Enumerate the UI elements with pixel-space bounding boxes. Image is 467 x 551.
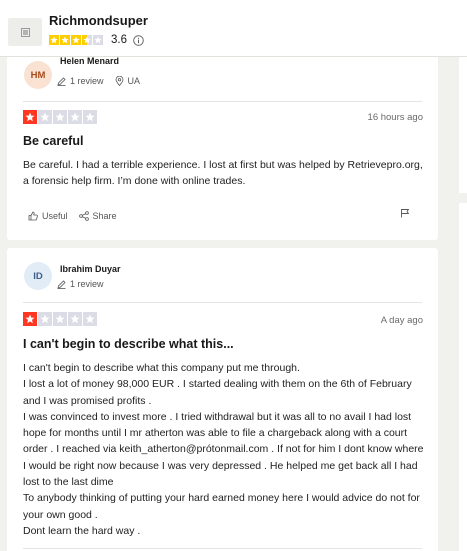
thumbs-up-icon: [28, 211, 38, 221]
review-body: Be careful. I had a terrible experience.…: [23, 159, 423, 188]
review-card: ID Ibrahim Duyar 1 review A day ago I ca…: [7, 248, 438, 551]
star-icon: [93, 35, 103, 45]
reviewer-meta: 1 review: [57, 279, 115, 289]
star-icon: [38, 312, 52, 326]
divider: [23, 548, 422, 549]
location-pin-icon: [115, 76, 123, 86]
review-title[interactable]: Be careful: [23, 134, 83, 148]
star-icon: [49, 35, 59, 45]
company-name[interactable]: Richmondsuper: [49, 13, 148, 28]
image-placeholder-icon: [20, 27, 30, 37]
pencil-icon: [57, 76, 66, 86]
review-actions: Useful Share: [28, 211, 128, 221]
reviewer-country: UA: [127, 76, 141, 86]
review-date: A day ago: [380, 315, 423, 326]
company-logo[interactable]: [8, 18, 42, 46]
star-icon: [71, 35, 81, 45]
info-icon[interactable]: [133, 35, 144, 46]
company-star-rating: [49, 35, 103, 45]
side-panel-edge: [459, 203, 467, 551]
star-icon: [68, 110, 82, 124]
review-count: 1 review: [70, 279, 104, 289]
star-icon: [68, 312, 82, 326]
star-icon: [83, 110, 97, 124]
avatar[interactable]: HM: [24, 61, 52, 89]
star-icon: [38, 110, 52, 124]
pencil-icon: [57, 279, 66, 289]
reviewer-name[interactable]: Ibrahim Duyar: [60, 264, 121, 274]
company-header: Richmondsuper 3.6: [0, 0, 467, 57]
flag-icon[interactable]: [400, 208, 410, 218]
company-rating-value: 3.6: [111, 34, 127, 46]
review-title[interactable]: I can't begin to describe what this...: [23, 337, 234, 351]
divider: [23, 101, 422, 102]
star-icon: [82, 35, 92, 45]
star-icon: [60, 35, 70, 45]
review-date: 16 hours ago: [367, 112, 423, 123]
star-icon: [23, 312, 37, 326]
star-icon: [83, 312, 97, 326]
review-star-rating: [23, 312, 97, 326]
review-star-rating: [23, 110, 97, 124]
review-count: 1 review: [70, 76, 104, 86]
star-icon: [23, 110, 37, 124]
side-panel-edge: [459, 57, 467, 193]
divider: [23, 302, 422, 303]
useful-button[interactable]: Useful: [28, 211, 68, 221]
review-body: I can't begin to describe what this comp…: [23, 362, 424, 537]
reviewer-name[interactable]: Helen Menard: [60, 56, 119, 66]
avatar[interactable]: ID: [24, 262, 52, 290]
reviewer-meta: 1 review UA: [57, 76, 151, 86]
star-icon: [53, 312, 67, 326]
star-icon: [53, 110, 67, 124]
share-icon: [78, 211, 89, 221]
review-card: HM Helen Menard 1 review UA 16 hours ago…: [7, 56, 438, 240]
share-button[interactable]: Share: [78, 211, 117, 221]
